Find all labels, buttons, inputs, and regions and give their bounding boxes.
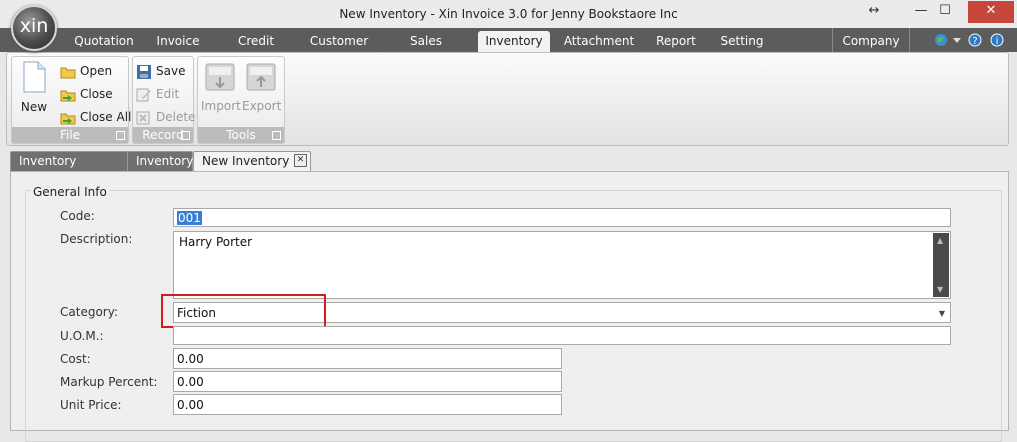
chevron-down-icon[interactable]: ▼ [939, 303, 945, 324]
save-button-label: Save [156, 64, 186, 78]
export-icon [246, 63, 276, 91]
menu-tab-invoice[interactable]: Invoice [152, 28, 204, 52]
new-button[interactable]: New [16, 61, 52, 114]
description-textarea[interactable]: Harry Porter ▲ ▼ [173, 231, 951, 299]
markup-label: Markup Percent: [60, 375, 158, 389]
open-button-label: Open [80, 64, 113, 78]
scroll-up-icon[interactable]: ▲ [937, 236, 943, 245]
globe-icon[interactable] [934, 33, 948, 47]
menu-tab-report[interactable]: Report [653, 28, 699, 52]
ribbon: New Open Close Close All File Save Edit … [6, 52, 1009, 146]
close-window-button[interactable]: ✕ [968, 1, 1014, 23]
save-button[interactable]: Save [136, 64, 185, 79]
file-caption-text: File [59, 128, 81, 142]
menu-tab-quotation[interactable]: Quotation [74, 28, 134, 52]
unit-price-input[interactable]: 0.00 [173, 394, 562, 415]
save-disk-icon [137, 64, 151, 79]
import-icon [205, 63, 235, 91]
tab-close-icon[interactable]: ✕ [294, 154, 307, 167]
import-button-label: Import [201, 99, 241, 113]
app-logo[interactable]: xin [11, 5, 57, 51]
tab-inventory[interactable]: Inventory [127, 151, 193, 171]
menu-bar: Quotation Invoice Credit Note Customer S… [0, 28, 1017, 74]
dialog-launcher-icon[interactable] [272, 131, 281, 140]
open-button[interactable]: Open [60, 64, 112, 79]
ribbon-group-caption-record: Record [133, 127, 193, 143]
uom-label: U.O.M.: [60, 329, 104, 343]
export-button[interactable]: Export [242, 61, 282, 113]
cost-input[interactable]: 0.00 [173, 348, 562, 369]
export-button-label: Export [242, 99, 282, 113]
delete-button-label: Delete [156, 110, 196, 124]
dialog-launcher-icon[interactable] [116, 131, 125, 140]
new-document-icon [23, 61, 46, 93]
menu-tab-inventory[interactable]: Inventory [478, 31, 550, 52]
category-label: Category: [60, 305, 118, 319]
ribbon-group-caption-tools: Tools [198, 127, 284, 143]
markup-input[interactable]: 0.00 [173, 371, 562, 392]
markup-value: 0.00 [177, 375, 204, 389]
edit-button[interactable]: Edit [136, 87, 179, 102]
tab-inventory-category[interactable]: Inventory Category [10, 151, 133, 187]
description-label: Description: [60, 232, 133, 246]
description-value: Harry Porter [179, 235, 253, 249]
resize-icon[interactable]: ↔ [853, 1, 895, 23]
menu-tab-sales-person[interactable]: Sales Person [388, 28, 464, 74]
ribbon-group-file: New Open Close Close All File [11, 56, 131, 144]
close-all-button[interactable]: Close All [60, 110, 131, 125]
ribbon-group-tools: Import Export Tools [197, 56, 285, 144]
code-input[interactable]: 001 [173, 208, 951, 227]
menu-tab-attachment[interactable]: Attachment [563, 28, 635, 52]
new-button-label: New [20, 100, 48, 114]
unit-price-label: Unit Price: [60, 398, 122, 412]
close-all-button-label: Close All [80, 110, 132, 124]
general-info-title: General Info [31, 185, 109, 199]
scroll-down-icon[interactable]: ▼ [937, 285, 943, 294]
delete-button[interactable]: Delete [136, 110, 195, 125]
close-button-label: Close [80, 87, 113, 101]
menu-tab-credit-note[interactable]: Credit Note [222, 28, 290, 74]
record-caption-text: Record [142, 128, 184, 142]
import-button[interactable]: Import [201, 61, 241, 113]
ribbon-group-caption-file: File [12, 127, 128, 143]
open-folder-icon [60, 67, 76, 78]
close-all-folder-icon [60, 113, 76, 124]
edit-button-label: Edit [156, 87, 180, 101]
svg-text:i: i [996, 36, 999, 47]
delete-icon [136, 111, 150, 124]
close-folder-icon [60, 90, 76, 101]
dropdown-arrow-icon[interactable] [952, 33, 962, 47]
menu-tab-setting[interactable]: Setting [719, 28, 765, 52]
info-icon[interactable]: i [990, 33, 1004, 47]
edit-icon [136, 88, 151, 101]
category-highlight-box [161, 294, 326, 328]
code-label: Code: [60, 209, 95, 223]
dialog-launcher-icon[interactable] [181, 131, 190, 140]
code-value: 001 [177, 211, 202, 225]
tools-caption-text: Tools [226, 128, 256, 142]
maximize-button[interactable]: ☐ [924, 1, 966, 23]
description-scrollbar[interactable]: ▲ ▼ [933, 233, 949, 297]
title-bar: New Inventory - Xin Invoice 3.0 for Jenn… [0, 0, 1017, 28]
menu-tab-company[interactable]: Company [832, 28, 910, 52]
svg-text:?: ? [972, 36, 977, 47]
cost-value: 0.00 [177, 352, 204, 366]
unit-price-value: 0.00 [177, 398, 204, 412]
menu-tab-customer[interactable]: Customer [308, 28, 370, 52]
ribbon-group-record: Save Edit Delete Record [132, 56, 195, 144]
cost-label: Cost: [60, 352, 91, 366]
close-button[interactable]: Close [60, 87, 113, 102]
help-icon[interactable]: ? [968, 33, 982, 47]
uom-input[interactable] [173, 326, 951, 345]
